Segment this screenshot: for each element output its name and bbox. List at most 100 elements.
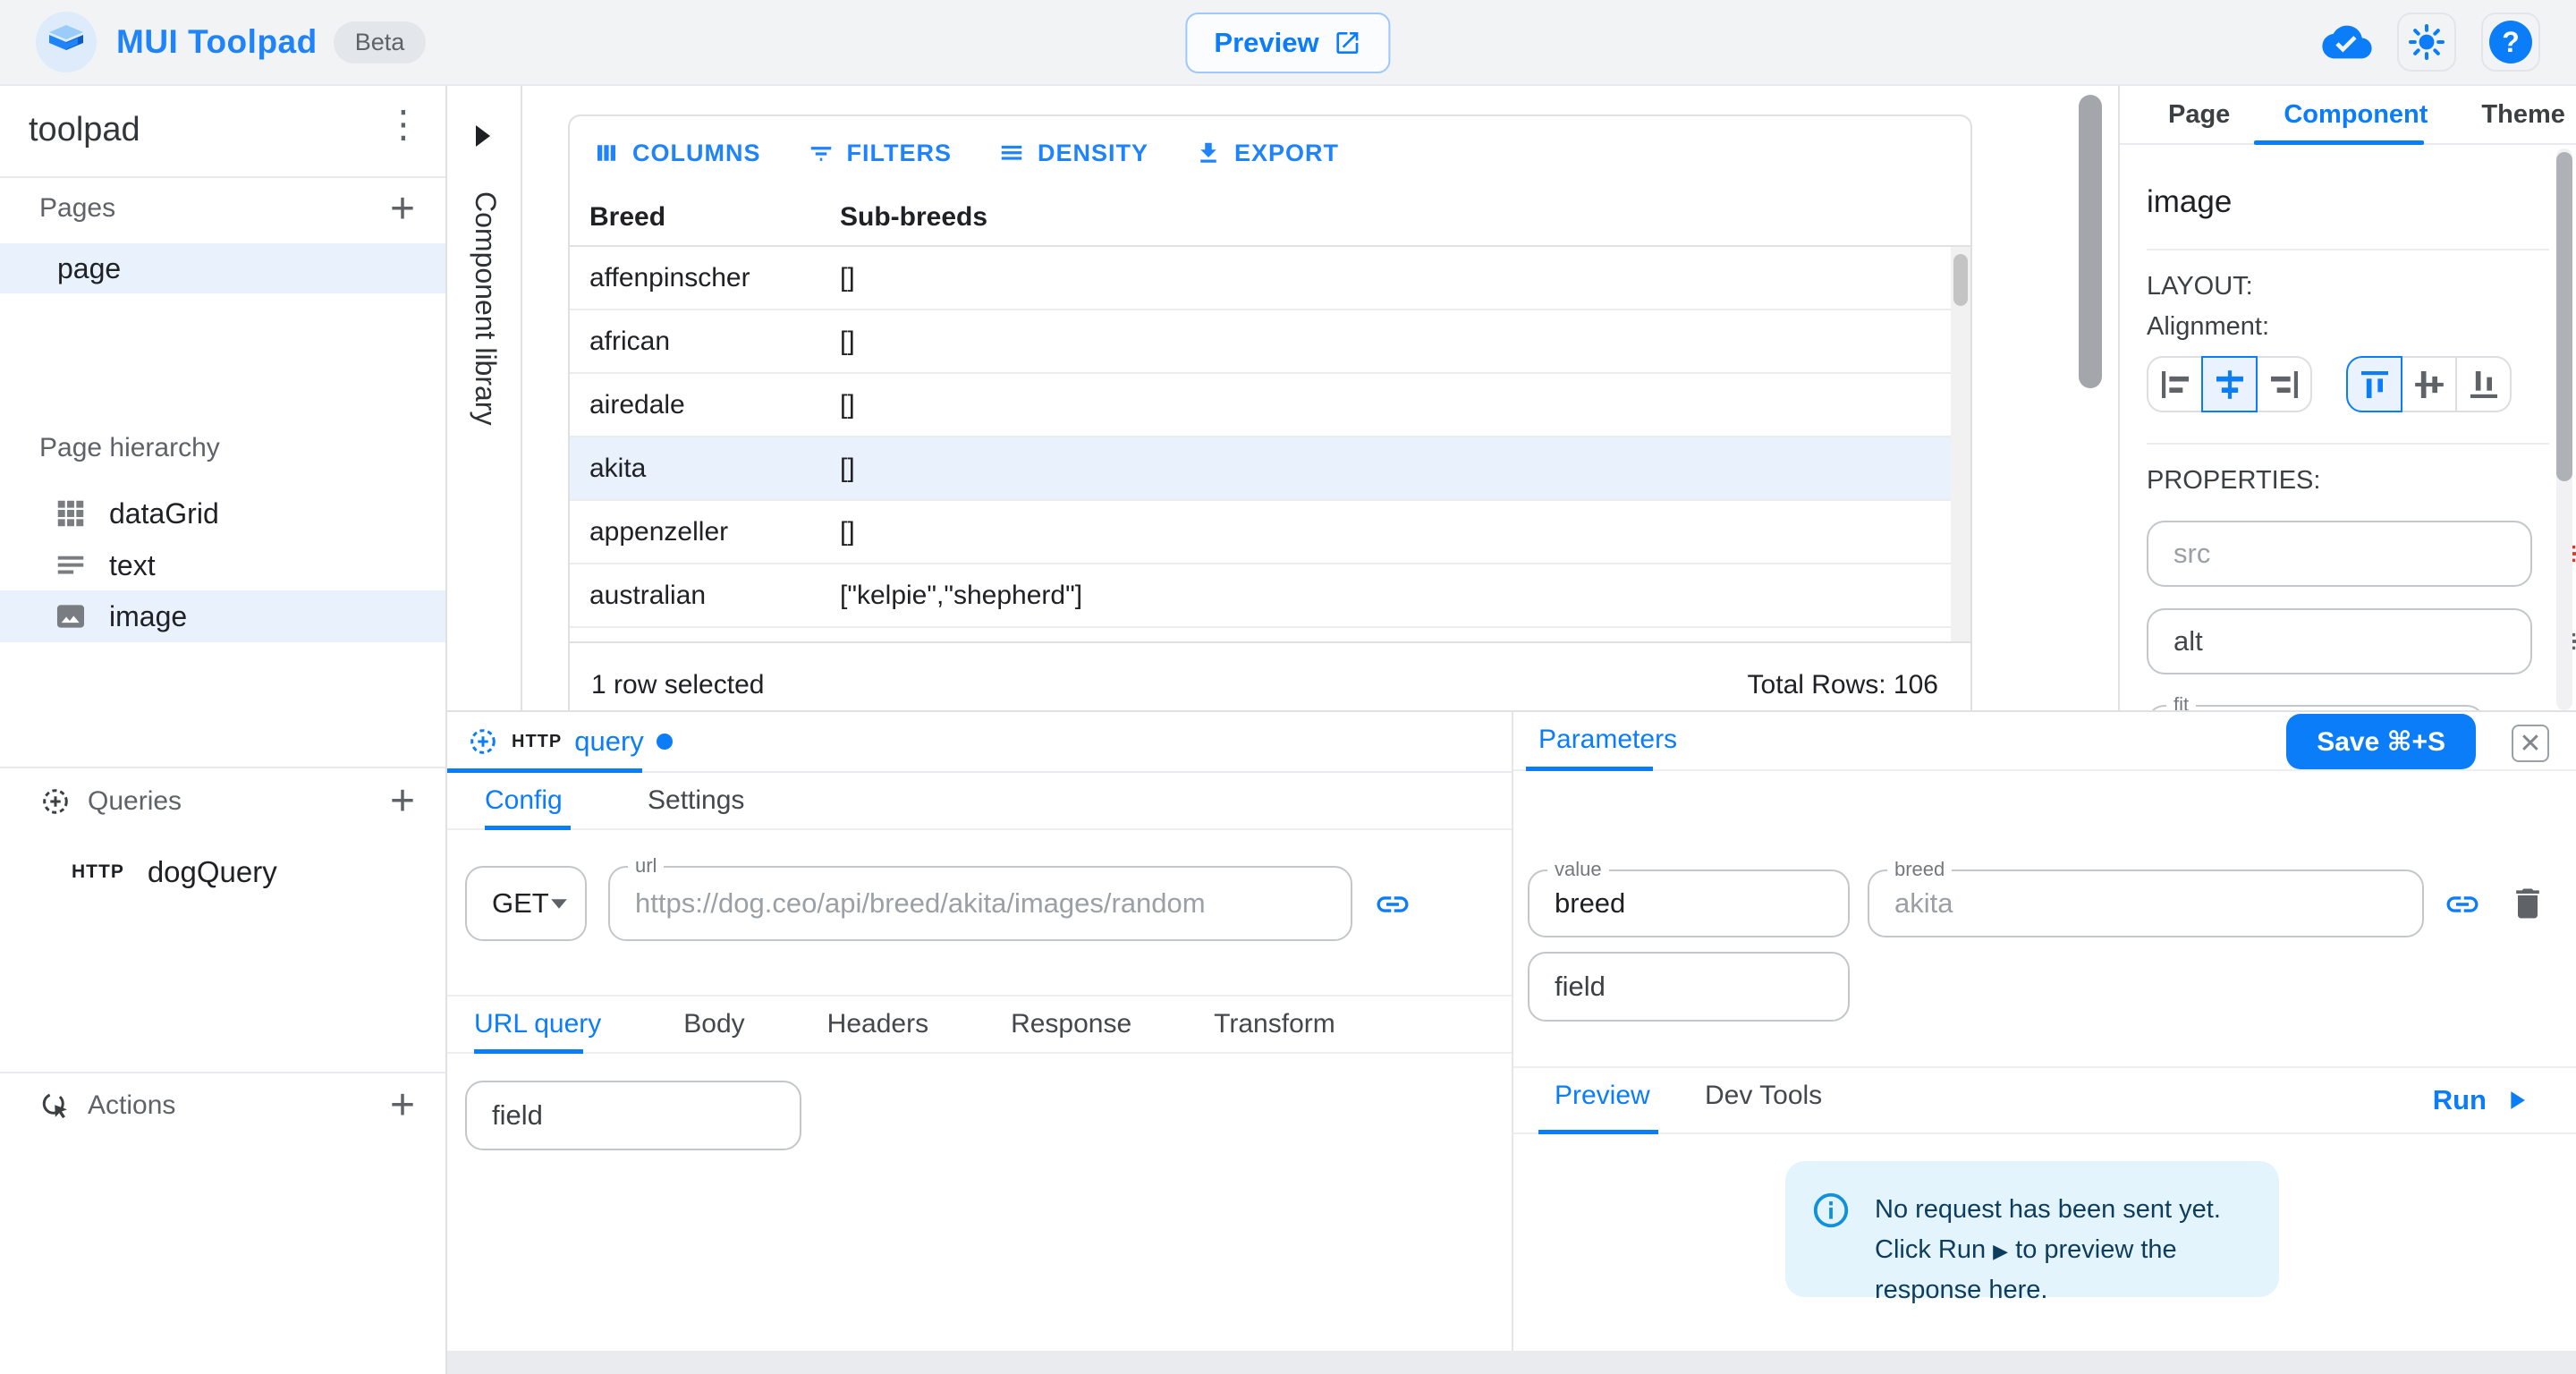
- save-button[interactable]: Save ⌘+S: [2286, 714, 2476, 769]
- properties-section-label: PROPERTIES:: [2147, 466, 2549, 496]
- table-row[interactable]: australian ["kelpie","shepherd"]: [570, 564, 1970, 628]
- divider: [0, 176, 445, 178]
- table-row[interactable]: airedale []: [570, 374, 1970, 437]
- preview-button[interactable]: Preview: [1185, 13, 1390, 73]
- align-horizontal-left-button[interactable]: [2147, 356, 2203, 412]
- expand-panel-icon[interactable]: [476, 125, 490, 147]
- datagrid-footer: 1 row selected Total Rows: 106: [570, 641, 1970, 710]
- table-row[interactable]: african []: [570, 310, 1970, 374]
- alt-input[interactable]: [2147, 608, 2532, 674]
- filters-button[interactable]: FILTERS: [808, 140, 953, 167]
- pages-section-label: Pages: [39, 193, 115, 224]
- mui-toolpad-logo-icon: [36, 12, 97, 72]
- column-header-breed[interactable]: Breed: [570, 202, 840, 233]
- tab-parameters[interactable]: Parameters: [1538, 712, 1677, 768]
- alignment-label: Alignment:: [2147, 312, 2549, 342]
- divider: [0, 1072, 445, 1073]
- url-input[interactable]: [610, 868, 1351, 939]
- align-vertical-top-button[interactable]: [2346, 356, 2402, 412]
- url-label: url: [628, 854, 664, 878]
- src-input[interactable]: [2147, 521, 2532, 587]
- tab-page[interactable]: Page: [2141, 86, 2257, 143]
- tab-devtools[interactable]: Dev Tools: [1705, 1068, 1822, 1124]
- hierarchy-item-text[interactable]: text: [0, 540, 445, 590]
- bind-parameter-icon[interactable]: [2444, 886, 2481, 923]
- theme-toggle-button[interactable]: [2397, 13, 2456, 72]
- inspector-scrollbar[interactable]: [2556, 148, 2572, 710]
- table-row[interactable]: appenzeller []: [570, 501, 1970, 564]
- datagrid-component[interactable]: COLUMNS FILTERS DENSITY EXPORT Breed Sub…: [568, 114, 1972, 710]
- table-row-selected[interactable]: akita []: [570, 437, 1970, 501]
- align-vertical-center-button[interactable]: [2401, 356, 2457, 412]
- sidebar-item-page[interactable]: page: [0, 243, 445, 293]
- image-icon: [54, 599, 88, 633]
- http-query-tab[interactable]: HTTP query: [467, 712, 673, 771]
- tab-settings[interactable]: Settings: [648, 773, 744, 828]
- columns-button[interactable]: COLUMNS: [593, 140, 761, 167]
- component-library-label: Component library: [469, 191, 502, 425]
- datagrid-scrollbar[interactable]: [1951, 247, 1970, 641]
- total-rows-status: Total Rows: 106: [1748, 670, 1938, 700]
- param-name-label: value: [1547, 858, 1609, 881]
- export-button[interactable]: EXPORT: [1195, 140, 1339, 167]
- alert-line-2: Click Run ▶ to preview the response here…: [1875, 1230, 2254, 1310]
- result-tab-bar: Preview Dev Tools Run: [1513, 1066, 2576, 1134]
- align-vertical-bottom-button[interactable]: [2455, 356, 2512, 412]
- inspector-tabs: Page Component Theme: [2120, 86, 2576, 145]
- divider: [0, 767, 445, 768]
- help-icon: ?: [2489, 21, 2532, 64]
- project-menu-button[interactable]: ⋮: [385, 106, 422, 143]
- top-app-bar: MUI Toolpad Beta Preview ?: [0, 0, 2576, 86]
- density-icon: [998, 140, 1025, 166]
- align-horizontal-right-button[interactable]: [2256, 356, 2312, 412]
- add-query-button[interactable]: +: [390, 780, 415, 823]
- active-tab-indicator: [485, 826, 571, 830]
- component-library-panel[interactable]: Component library: [447, 86, 522, 710]
- run-button[interactable]: Run: [2433, 1068, 2531, 1132]
- tab-body[interactable]: Body: [683, 1009, 744, 1039]
- table-row[interactable]: [570, 628, 1970, 641]
- active-tab-indicator: [2254, 140, 2424, 145]
- preview-button-label: Preview: [1214, 27, 1318, 59]
- tab-theme[interactable]: Theme: [2454, 86, 2576, 143]
- tab-url-query[interactable]: URL query: [474, 1009, 601, 1039]
- tab-preview[interactable]: Preview: [1555, 1068, 1650, 1124]
- alert-text: No request has been sent yet. Click Run …: [1875, 1190, 2254, 1268]
- hierarchy-item-label: dataGrid: [109, 497, 219, 530]
- scrollbar-thumb[interactable]: [1953, 254, 1968, 306]
- tab-response[interactable]: Response: [1011, 1009, 1131, 1039]
- tab-transform[interactable]: Transform: [1214, 1009, 1335, 1039]
- new-param-input[interactable]: [1530, 954, 1848, 1020]
- new-param-field: [1528, 952, 1850, 1022]
- tab-config[interactable]: Config: [485, 773, 563, 828]
- topbar-actions: ?: [2322, 13, 2540, 72]
- query-item-label: dogQuery: [148, 855, 277, 889]
- density-button[interactable]: DENSITY: [998, 140, 1148, 167]
- actions-section-label: Actions: [39, 1090, 175, 1122]
- scrollbar-thumb[interactable]: [2556, 152, 2572, 481]
- bind-url-icon[interactable]: [1374, 886, 1411, 923]
- close-query-editor-button[interactable]: ✕: [2512, 725, 2549, 762]
- add-page-button[interactable]: +: [390, 188, 415, 231]
- canvas-scrollbar-thumb[interactable]: [2079, 95, 2102, 388]
- tab-component[interactable]: Component: [2257, 86, 2454, 143]
- tab-headers[interactable]: Headers: [827, 1009, 928, 1039]
- column-header-subbreeds[interactable]: Sub-breeds: [840, 202, 1970, 233]
- hierarchy-item-label: image: [109, 600, 187, 633]
- method-select[interactable]: GET: [465, 866, 587, 941]
- component-editor: image LAYOUT: Alignment:: [2120, 184, 2576, 771]
- data-grid-icon: [54, 496, 88, 530]
- query-icon: [467, 725, 499, 758]
- table-row[interactable]: affenpinscher []: [570, 247, 1970, 310]
- add-action-button[interactable]: +: [390, 1084, 415, 1127]
- delete-parameter-icon[interactable]: [2508, 884, 2547, 923]
- hierarchy-item-datagrid[interactable]: dataGrid: [0, 488, 445, 539]
- datagrid-header-row: Breed Sub-breeds: [570, 190, 1970, 247]
- help-button[interactable]: ?: [2481, 13, 2540, 72]
- query-param-name-input[interactable]: [467, 1082, 800, 1149]
- query-item-dogquery[interactable]: HTTP dogQuery: [0, 846, 445, 898]
- param-value-input[interactable]: [1869, 871, 2422, 936]
- datagrid-toolbar: COLUMNS FILTERS DENSITY EXPORT: [570, 116, 1970, 190]
- align-horizontal-center-button[interactable]: [2201, 356, 2258, 412]
- hierarchy-item-image[interactable]: image: [0, 590, 445, 642]
